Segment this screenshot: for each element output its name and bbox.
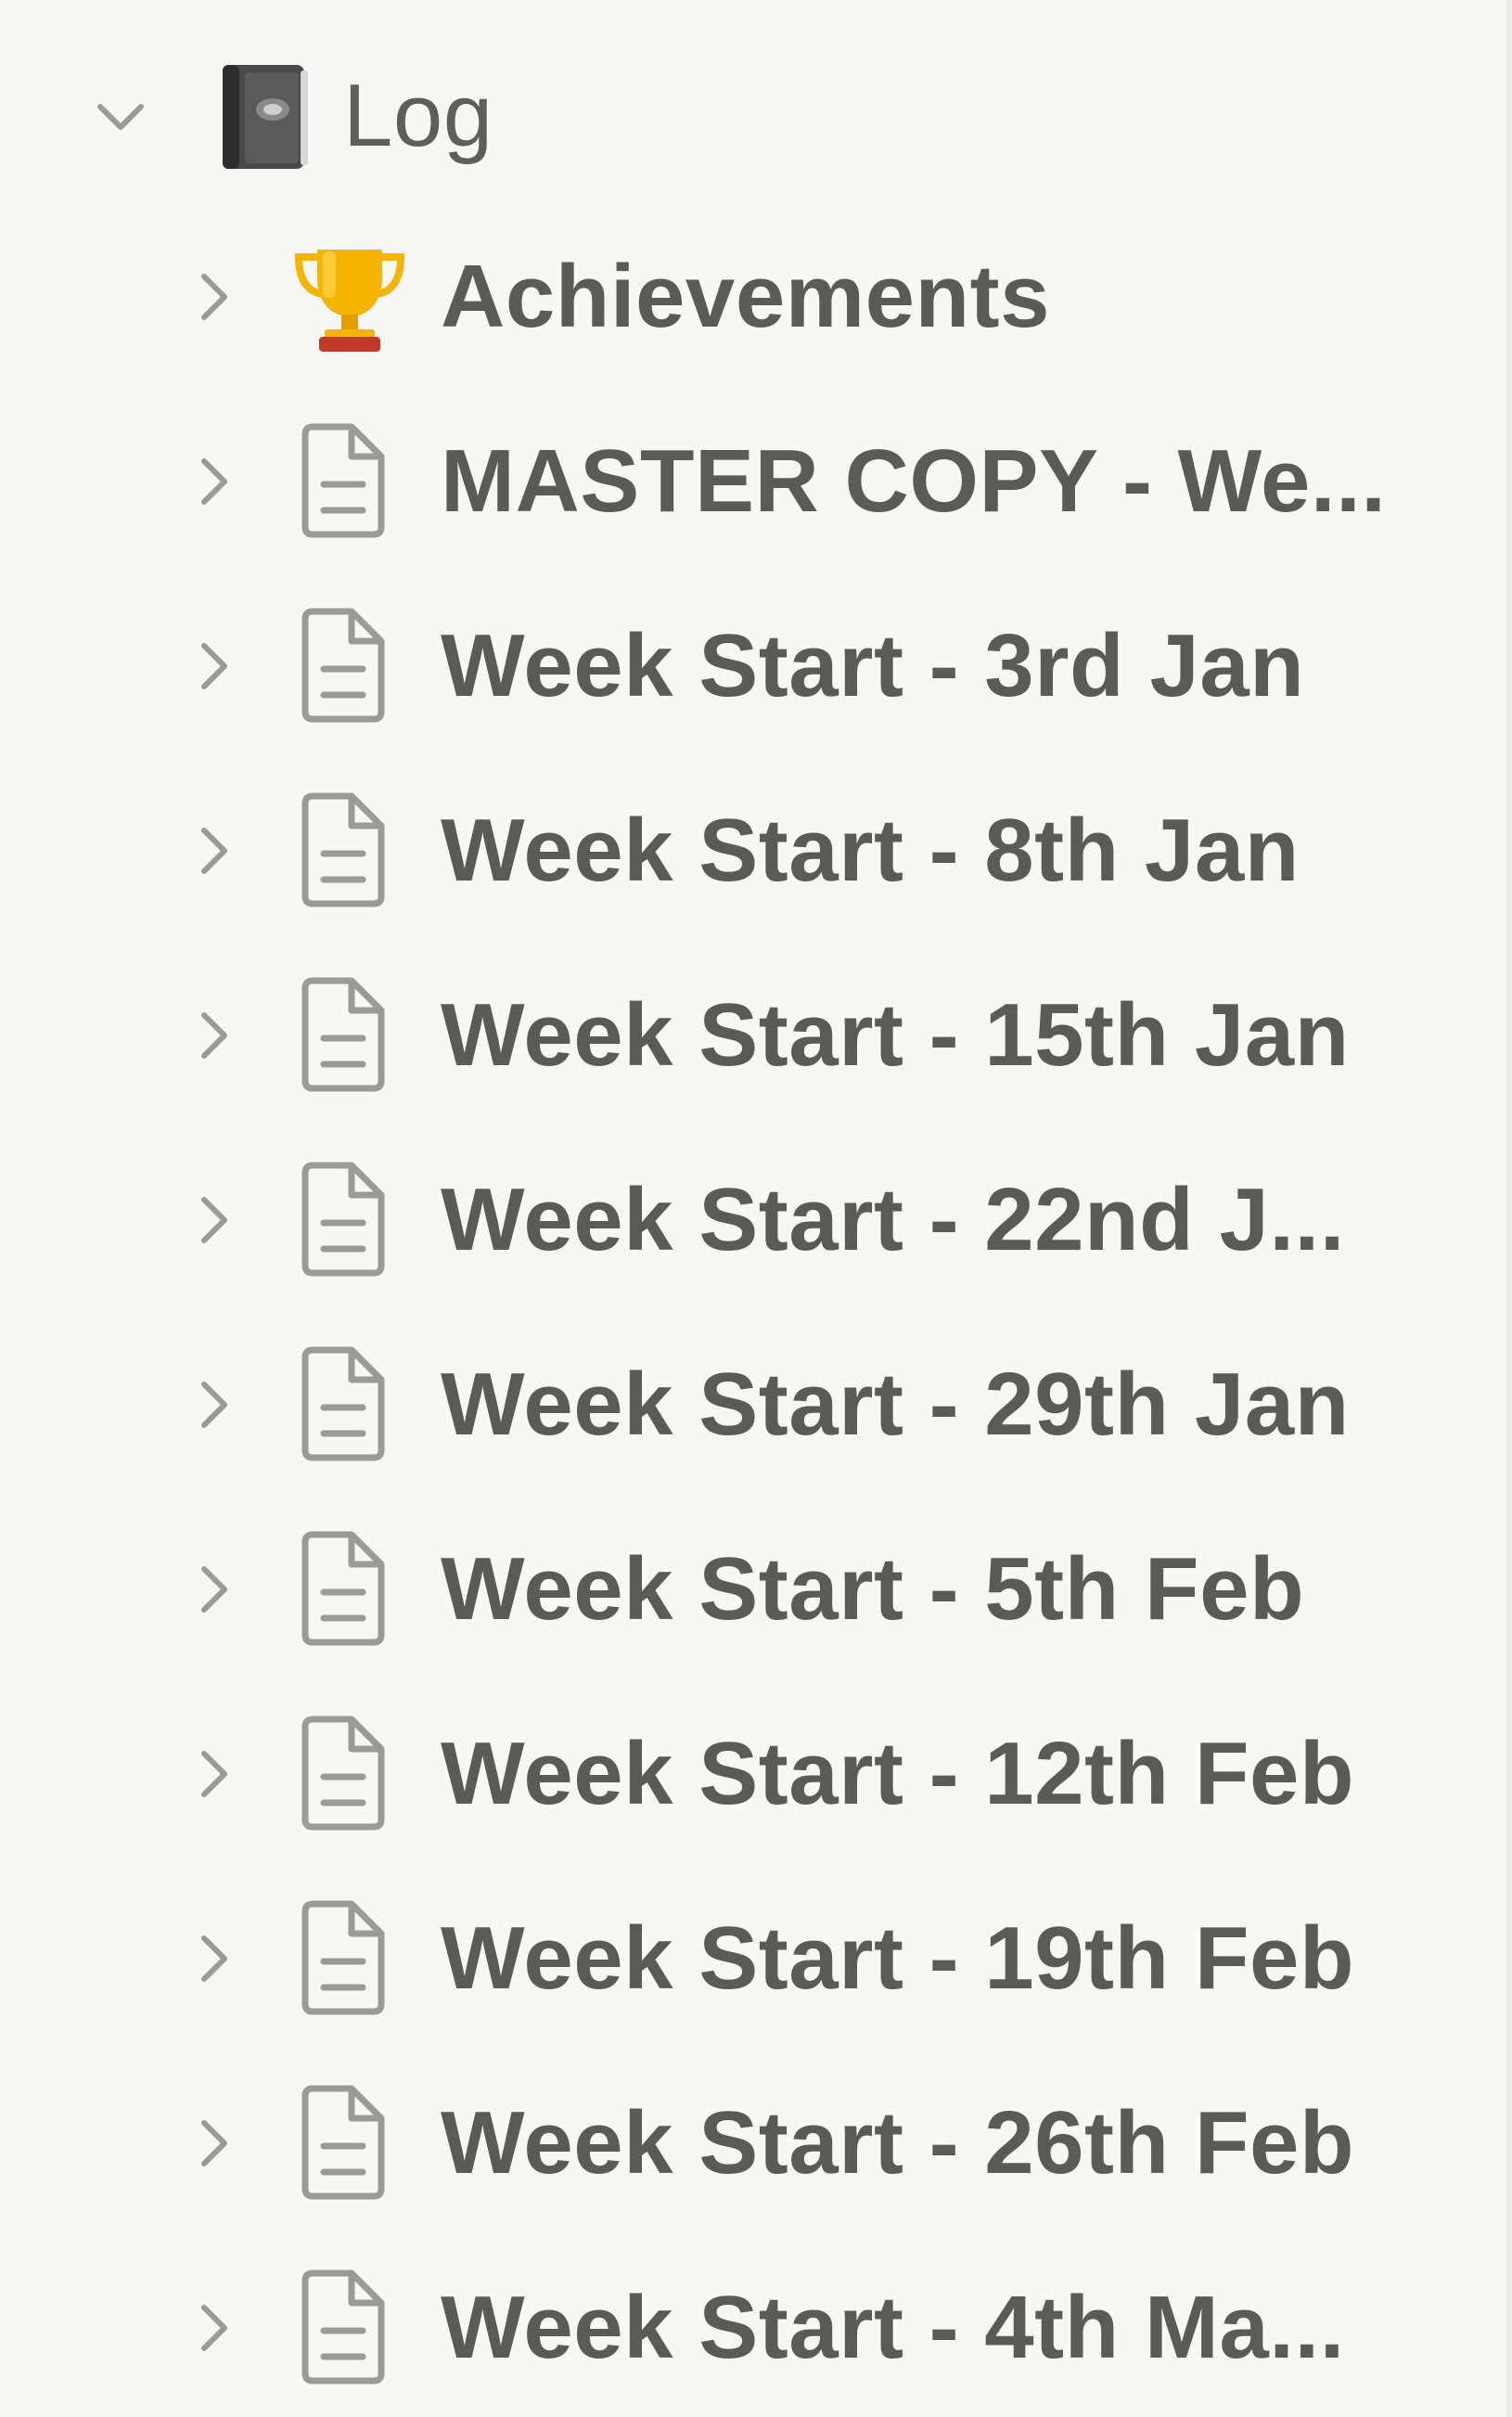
sidebar-item-label: Week Start - 8th Jan: [441, 801, 1300, 900]
page-icon: [292, 1898, 394, 2019]
sidebar-item-page[interactable]: Week Start - 5th Feb: [0, 1498, 1484, 1684]
sidebar-item-log[interactable]: Log: [0, 23, 1484, 209]
page-icon: [292, 2268, 394, 2388]
sidebar-item-label: Achievements: [441, 247, 1050, 346]
sidebar-item-label: MASTER COPY - We...: [441, 431, 1387, 531]
sidebar-item-label: Log: [343, 66, 493, 165]
sidebar-item-page[interactable]: Week Start - 19th Feb: [0, 1868, 1484, 2053]
page-icon: [292, 975, 394, 1096]
sidebar-item-label: Week Start - 19th Feb: [441, 1909, 1354, 2008]
chevron-right-icon[interactable]: [186, 2115, 241, 2171]
chevron-right-icon[interactable]: [186, 1377, 241, 1433]
sidebar-item-page[interactable]: Week Start - 15th Jan: [0, 945, 1484, 1130]
chevron-right-icon[interactable]: [186, 1008, 241, 1063]
chevron-right-icon[interactable]: [186, 269, 241, 325]
sidebar-item-page[interactable]: Week Start - 8th Jan: [0, 760, 1484, 945]
trophy-icon: [289, 237, 410, 357]
chevron-right-icon[interactable]: [186, 1746, 241, 1802]
sidebar-item-label: Week Start - 4th Ma...: [441, 2278, 1345, 2377]
chevron-right-icon[interactable]: [186, 2300, 241, 2356]
sidebar-item-page[interactable]: Week Start - 22nd J...: [0, 1129, 1484, 1315]
page-icon: [292, 791, 394, 911]
chevron-right-icon[interactable]: [186, 454, 241, 509]
page-icon: [292, 1714, 394, 1834]
sidebar-item-label: Week Start - 29th Jan: [441, 1355, 1350, 1454]
chevron-right-icon[interactable]: [186, 1562, 241, 1617]
page-icon: [292, 2083, 394, 2204]
page-icon: [292, 606, 394, 726]
chevron-right-icon[interactable]: [186, 1192, 241, 1248]
sidebar-item-page[interactable]: Week Start - 4th Ma...: [0, 2237, 1484, 2417]
chevron-right-icon[interactable]: [186, 638, 241, 694]
sidebar-item-page[interactable]: Week Start - 29th Jan: [0, 1314, 1484, 1499]
page-icon: [292, 1529, 394, 1650]
sidebar-item-label: Week Start - 15th Jan: [441, 985, 1350, 1085]
sidebar-item-label: Week Start - 12th Feb: [441, 1724, 1354, 1823]
chevron-down-icon[interactable]: [93, 88, 148, 144]
sidebar-item-page[interactable]: Week Start - 26th Feb: [0, 2052, 1484, 2238]
sidebar-item-page[interactable]: Week Start - 12th Feb: [0, 1683, 1484, 1869]
sidebar-item-label: Week Start - 3rd Jan: [441, 616, 1305, 715]
notebook-icon: [204, 56, 325, 176]
page-icon: [292, 1344, 394, 1465]
sidebar-item-label: Week Start - 26th Feb: [441, 2093, 1354, 2192]
sidebar-item-label: Week Start - 5th Feb: [441, 1539, 1305, 1639]
sidebar-item-page[interactable]: MASTER COPY - We...: [0, 391, 1484, 576]
sidebar-item-label: Week Start - 22nd J...: [441, 1170, 1345, 1269]
sidebar: Log Achievements MASTER COPY - We... Wee…: [0, 0, 1512, 2417]
sidebar-item-page[interactable]: Week Start - 3rd Jan: [0, 575, 1484, 761]
page-icon: [292, 1160, 394, 1280]
page-icon: [292, 421, 394, 542]
chevron-right-icon[interactable]: [186, 1931, 241, 1986]
chevron-right-icon[interactable]: [186, 823, 241, 879]
sidebar-item-achievements[interactable]: Achievements: [0, 206, 1484, 392]
